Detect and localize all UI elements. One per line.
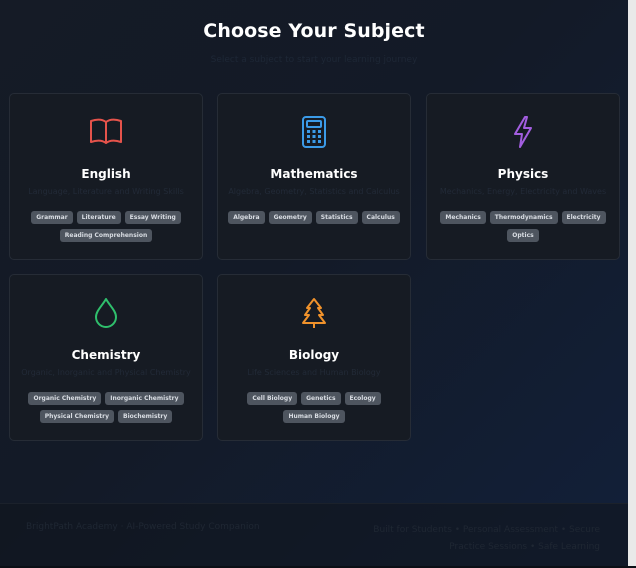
- topic-tag: Geometry: [268, 211, 312, 224]
- topic-tag: Genetics: [301, 392, 341, 405]
- topic-tag: Biochemistry: [118, 410, 173, 423]
- subject-card-biology[interactable]: Biology Life Sciences and Human Biology …: [217, 274, 411, 441]
- subject-title: Mathematics: [270, 167, 358, 181]
- tag-list: Cell Biology Genetics Ecology Human Biol…: [226, 392, 402, 423]
- book-icon: [10, 116, 202, 148]
- topic-tag: Physical Chemistry: [39, 410, 115, 423]
- tag-list: Mechanics Thermodynamics Electricity Opt…: [435, 211, 611, 242]
- page-subtitle: Select a subject to start your learning …: [210, 55, 418, 65]
- topic-tag: Thermodynamics: [489, 211, 558, 224]
- subject-card-english[interactable]: English Language, Literature and Writing…: [9, 93, 203, 260]
- subject-title: Physics: [497, 167, 549, 181]
- tree-icon: [218, 297, 410, 329]
- subject-card-chemistry[interactable]: Chemistry Organic, Inorganic and Physica…: [9, 274, 203, 441]
- topic-tag: Electricity: [561, 211, 606, 224]
- topic-tag: Grammar: [31, 211, 73, 224]
- topic-tag: Mechanics: [440, 211, 486, 224]
- tag-list: Grammar Literature Essay Writing Reading…: [18, 211, 194, 242]
- calculator-icon: [218, 116, 410, 148]
- topic-tag: Algebra: [228, 211, 265, 224]
- subject-description: Language, Literature and Writing Skills: [28, 187, 184, 196]
- page-title: Choose Your Subject: [203, 20, 425, 42]
- topic-tag: Cell Biology: [247, 392, 298, 405]
- subject-description: Organic, Inorganic and Physical Chemistr…: [21, 368, 191, 377]
- topic-tag: Human Biology: [283, 410, 345, 423]
- topic-tag: Essay Writing: [124, 211, 181, 224]
- footer: BrightPath Academy · AI-Powered Study Co…: [0, 503, 628, 568]
- subject-card-physics[interactable]: Physics Mechanics, Energy, Electricity a…: [426, 93, 620, 260]
- topic-tag: Statistics: [315, 211, 358, 224]
- footer-brand: BrightPath Academy · AI-Powered Study Co…: [26, 522, 260, 532]
- footer-features-line: Built for Students • Personal Assessment…: [373, 525, 600, 535]
- lightning-icon: [427, 116, 619, 148]
- subject-description: Algebra, Geometry, Statistics and Calcul…: [228, 187, 400, 196]
- topic-tag: Ecology: [344, 392, 381, 405]
- subject-title: Biology: [288, 348, 340, 362]
- topic-tag: Inorganic Chemistry: [105, 392, 184, 405]
- topic-tag: Calculus: [361, 211, 400, 224]
- subject-description: Life Sciences and Human Biology: [247, 368, 381, 377]
- topic-tag: Optics: [507, 229, 539, 242]
- subject-card-mathematics[interactable]: Mathematics Algebra, Geometry, Statistic…: [217, 93, 411, 260]
- tag-list: Algebra Geometry Statistics Calculus: [226, 211, 402, 224]
- subject-description: Mechanics, Energy, Electricity and Waves: [439, 187, 607, 196]
- footer-features-line: Practice Sessions • Safe Learning: [449, 542, 600, 552]
- topic-tag: Organic Chemistry: [28, 392, 102, 405]
- subject-title: English: [81, 167, 131, 181]
- topic-tag: Reading Comprehension: [59, 229, 153, 242]
- subject-title: Chemistry: [71, 348, 141, 362]
- droplet-icon: [10, 297, 202, 329]
- topic-tag: Literature: [76, 211, 121, 224]
- tag-list: Organic Chemistry Inorganic Chemistry Ph…: [18, 392, 194, 423]
- window-edge: [628, 0, 636, 568]
- footer-features: Built for Students • Personal Assessment…: [300, 522, 600, 556]
